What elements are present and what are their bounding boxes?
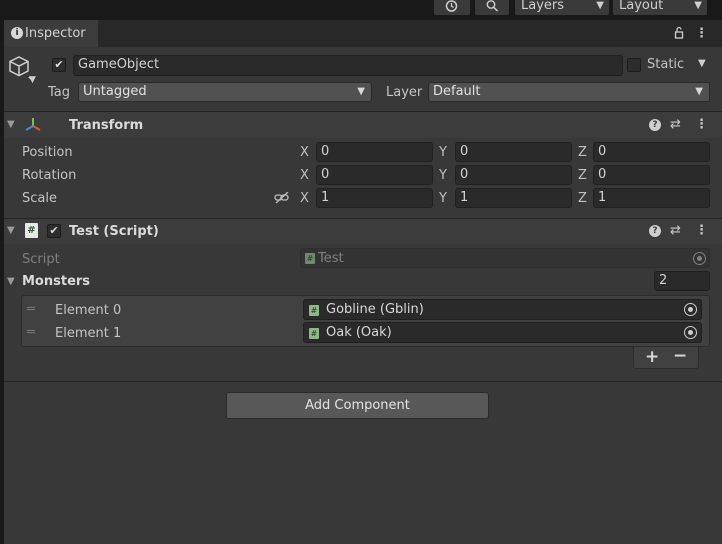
- element-0-label: Element 0: [55, 303, 122, 318]
- scale-y-label[interactable]: Y: [439, 191, 447, 206]
- script-component-title: Test (Script): [69, 224, 159, 239]
- element-1-value: Oak (Oak): [326, 325, 392, 340]
- layer-dropdown[interactable]: Default ▼: [428, 82, 710, 102]
- tag-value: Untagged: [83, 84, 147, 99]
- history-icon: [445, 0, 458, 12]
- collapse-arrow-icon[interactable]: ▼: [7, 225, 15, 236]
- gameobject-name-input[interactable]: GameObject: [73, 55, 623, 76]
- script-file-icon: #: [25, 223, 38, 238]
- monsters-size-input[interactable]: 2: [654, 271, 710, 291]
- script-value: Test: [318, 251, 344, 266]
- scale-label: Scale: [22, 191, 57, 206]
- more-options-icon[interactable]: ⋮: [695, 117, 708, 132]
- drag-handle-icon[interactable]: ═: [27, 325, 35, 340]
- tab-bar: [4, 20, 722, 47]
- collapse-arrow-icon[interactable]: ▼: [7, 119, 15, 130]
- object-picker-icon[interactable]: [684, 303, 697, 316]
- rotation-z-input[interactable]: 0: [593, 165, 710, 185]
- script-label: Script: [22, 252, 60, 267]
- tag-label: Tag: [48, 85, 71, 100]
- position-z-input[interactable]: 0: [593, 142, 710, 162]
- icon-dropdown-arrow[interactable]: ▼: [29, 75, 36, 85]
- more-options-icon[interactable]: ⋮: [695, 223, 708, 238]
- object-picker-icon[interactable]: [684, 326, 697, 339]
- static-checkbox[interactable]: [627, 58, 641, 72]
- more-options-icon[interactable]: ⋮: [695, 26, 708, 41]
- help-icon[interactable]: ?: [649, 119, 661, 131]
- position-y-label[interactable]: Y: [439, 145, 447, 160]
- object-picker-icon: [693, 252, 706, 265]
- scale-y-input[interactable]: 1: [455, 188, 572, 208]
- scale-z-input[interactable]: 1: [593, 188, 710, 208]
- layers-dropdown[interactable]: Layers ▼: [515, 0, 609, 15]
- position-x-label[interactable]: X: [300, 145, 309, 160]
- layer-value: Default: [433, 84, 481, 99]
- list-footer: [633, 347, 699, 369]
- layout-dropdown[interactable]: Layout ▼: [613, 0, 707, 15]
- history-button[interactable]: [434, 0, 470, 15]
- rotation-x-input[interactable]: 0: [316, 165, 433, 185]
- presets-icon[interactable]: ⇄: [670, 117, 681, 132]
- position-z-label[interactable]: Z: [578, 145, 587, 160]
- drag-handle-icon[interactable]: ═: [27, 302, 35, 317]
- chevron-down-icon: ▼: [694, 0, 702, 11]
- chevron-down-icon: ▼: [596, 0, 604, 11]
- scale-x-input[interactable]: 1: [316, 188, 433, 208]
- add-element-button[interactable]: +: [645, 347, 659, 367]
- layers-label: Layers: [521, 0, 565, 13]
- scale-z-label[interactable]: Z: [578, 191, 587, 206]
- chevron-down-icon: ▼: [695, 86, 703, 97]
- scriptable-object-icon: #: [309, 305, 319, 316]
- scale-x-label[interactable]: X: [300, 191, 309, 206]
- constrain-proportions-icon[interactable]: [274, 192, 290, 204]
- rotation-x-label[interactable]: X: [300, 168, 309, 183]
- rotation-z-label[interactable]: Z: [578, 168, 587, 183]
- search-button[interactable]: [475, 0, 509, 15]
- rotation-y-label[interactable]: Y: [439, 168, 447, 183]
- monsters-foldout-icon[interactable]: ▼: [7, 276, 15, 287]
- layer-label: Layer: [386, 85, 423, 100]
- script-object-field: [300, 248, 710, 268]
- remove-element-button[interactable]: −: [673, 346, 687, 366]
- gameobject-active-checkbox[interactable]: ✔: [52, 58, 66, 72]
- transform-title: Transform: [69, 118, 144, 133]
- help-icon[interactable]: ?: [649, 225, 661, 237]
- rotation-y-input[interactable]: 0: [455, 165, 572, 185]
- script-enabled-checkbox[interactable]: ✔: [47, 224, 61, 238]
- lock-icon[interactable]: [674, 26, 684, 39]
- info-icon: i: [11, 27, 23, 39]
- transform-icon: [25, 118, 41, 131]
- chevron-down-icon: ▼: [357, 86, 365, 97]
- monsters-label: Monsters: [22, 274, 91, 289]
- element-0-value: Gobline (Gblin): [326, 302, 424, 317]
- position-label: Position: [22, 145, 73, 160]
- position-y-input[interactable]: 0: [455, 142, 572, 162]
- element-1-label: Element 1: [55, 326, 122, 341]
- element-0-object-field[interactable]: Gobline (Gblin): [303, 299, 702, 320]
- script-asset-icon: #: [305, 253, 315, 264]
- element-1-object-field[interactable]: Oak (Oak): [303, 322, 702, 343]
- presets-icon[interactable]: ⇄: [670, 223, 681, 238]
- tag-dropdown[interactable]: Untagged ▼: [78, 82, 372, 102]
- rotation-label: Rotation: [22, 168, 77, 183]
- scriptable-object-icon: #: [309, 328, 319, 339]
- add-component-button[interactable]: Add Component: [226, 392, 489, 419]
- tab-inspector-label: Inspector: [25, 26, 86, 41]
- static-dropdown-icon[interactable]: ▼: [698, 58, 706, 69]
- position-x-input[interactable]: 0: [316, 142, 433, 162]
- static-label: Static: [647, 57, 685, 72]
- divider: [4, 381, 722, 382]
- search-icon: [486, 0, 499, 12]
- layout-label: Layout: [619, 0, 664, 13]
